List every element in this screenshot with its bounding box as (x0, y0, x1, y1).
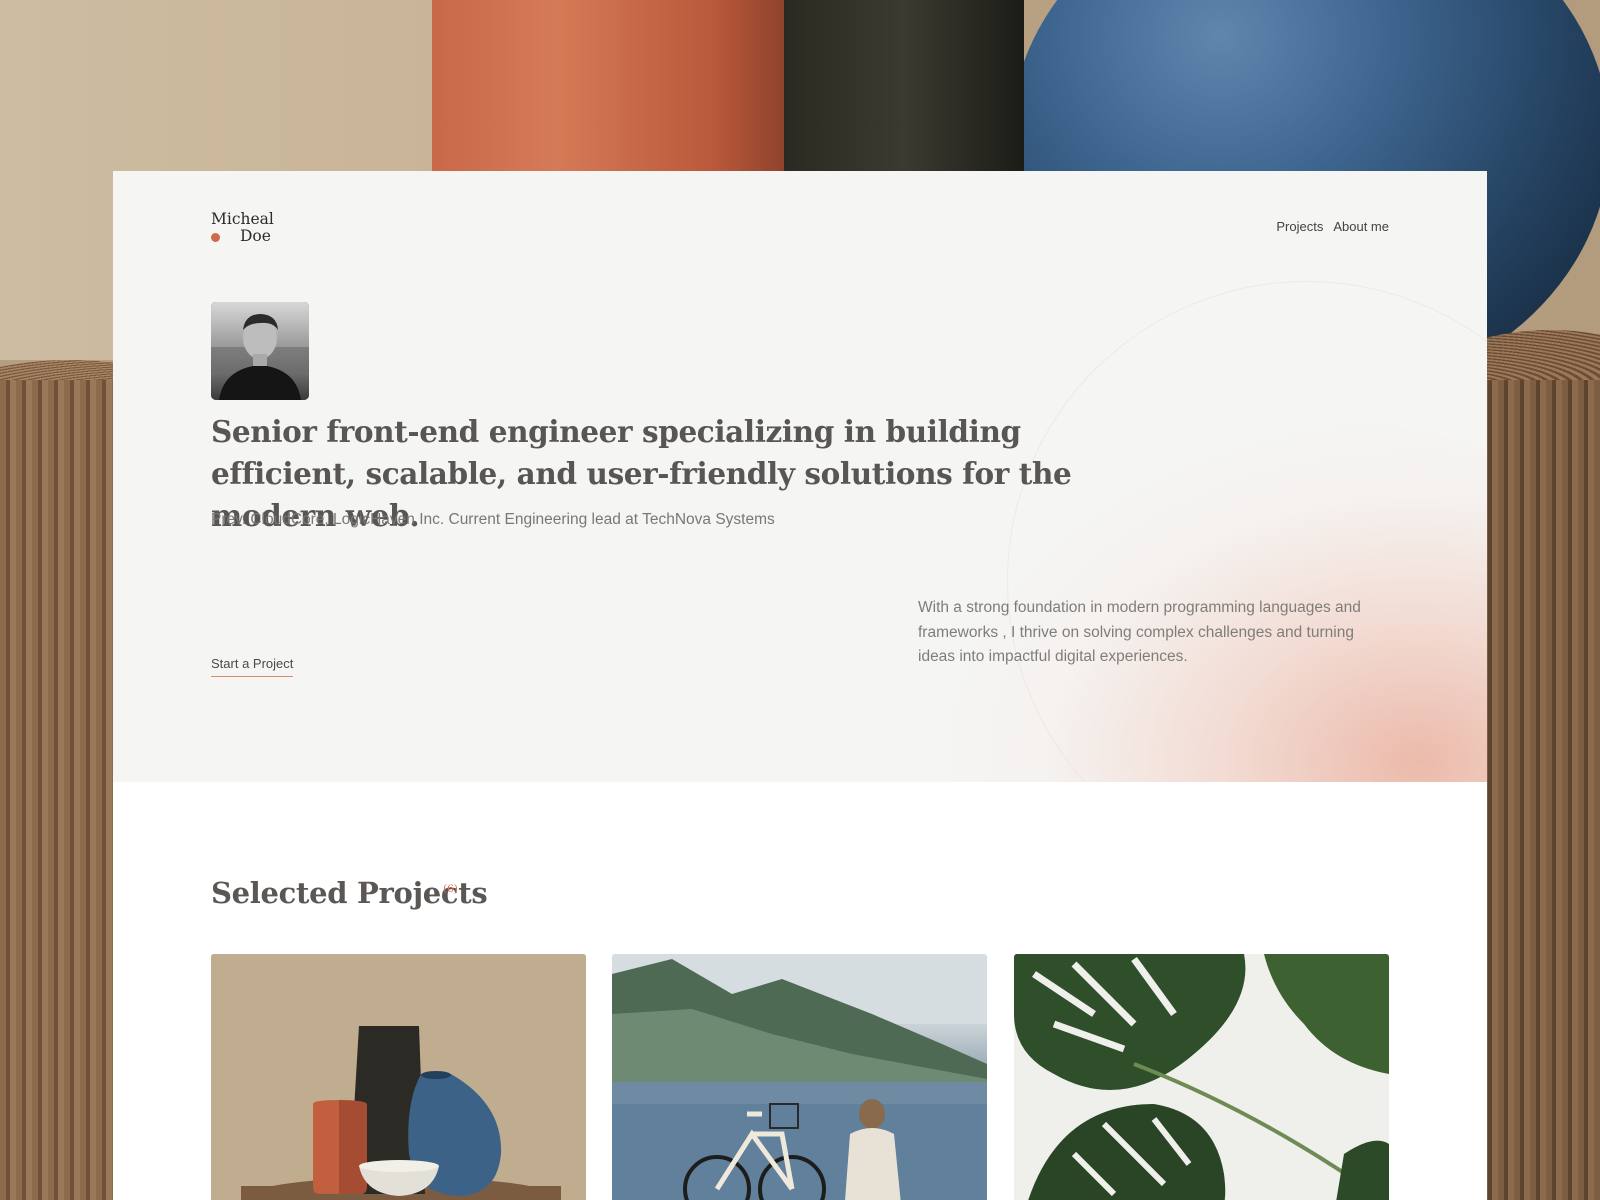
intro-paragraph: With a strong foundation in modern progr… (918, 599, 1361, 665)
logo-first-name: Micheal (211, 210, 274, 228)
project-card-lake-bicycle[interactable] (612, 954, 987, 1200)
logo-dot-icon (211, 233, 220, 242)
project-image-vases (211, 954, 586, 1200)
nav-link-projects[interactable]: Projects (1276, 219, 1323, 234)
background-black-vase (784, 0, 1024, 180)
portrait-image (211, 302, 309, 400)
main-nav: Projects About me (1276, 219, 1389, 234)
projects-count-badge: (6) (443, 883, 458, 895)
project-image-monstera (1014, 954, 1389, 1200)
avatar (211, 302, 309, 400)
site-logo[interactable]: Micheal Doe (211, 211, 281, 247)
logo-last-name: Doe (240, 227, 271, 245)
start-project-link[interactable]: Start a Project (211, 656, 294, 677)
background-orange-vase (432, 0, 784, 180)
career-summary: Prev. CloudCore, LogicHaven Inc. Current… (211, 511, 775, 528)
project-card-monstera[interactable] (1014, 954, 1389, 1200)
project-card-vases[interactable] (211, 954, 586, 1200)
nav-link-about-me[interactable]: About me (1333, 219, 1389, 234)
hero-section: Micheal Doe Projects About me Senior fro… (113, 171, 1487, 782)
project-image-lake-bicycle (612, 954, 987, 1200)
website-frame: Micheal Doe Projects About me Senior fro… (113, 171, 1487, 1200)
